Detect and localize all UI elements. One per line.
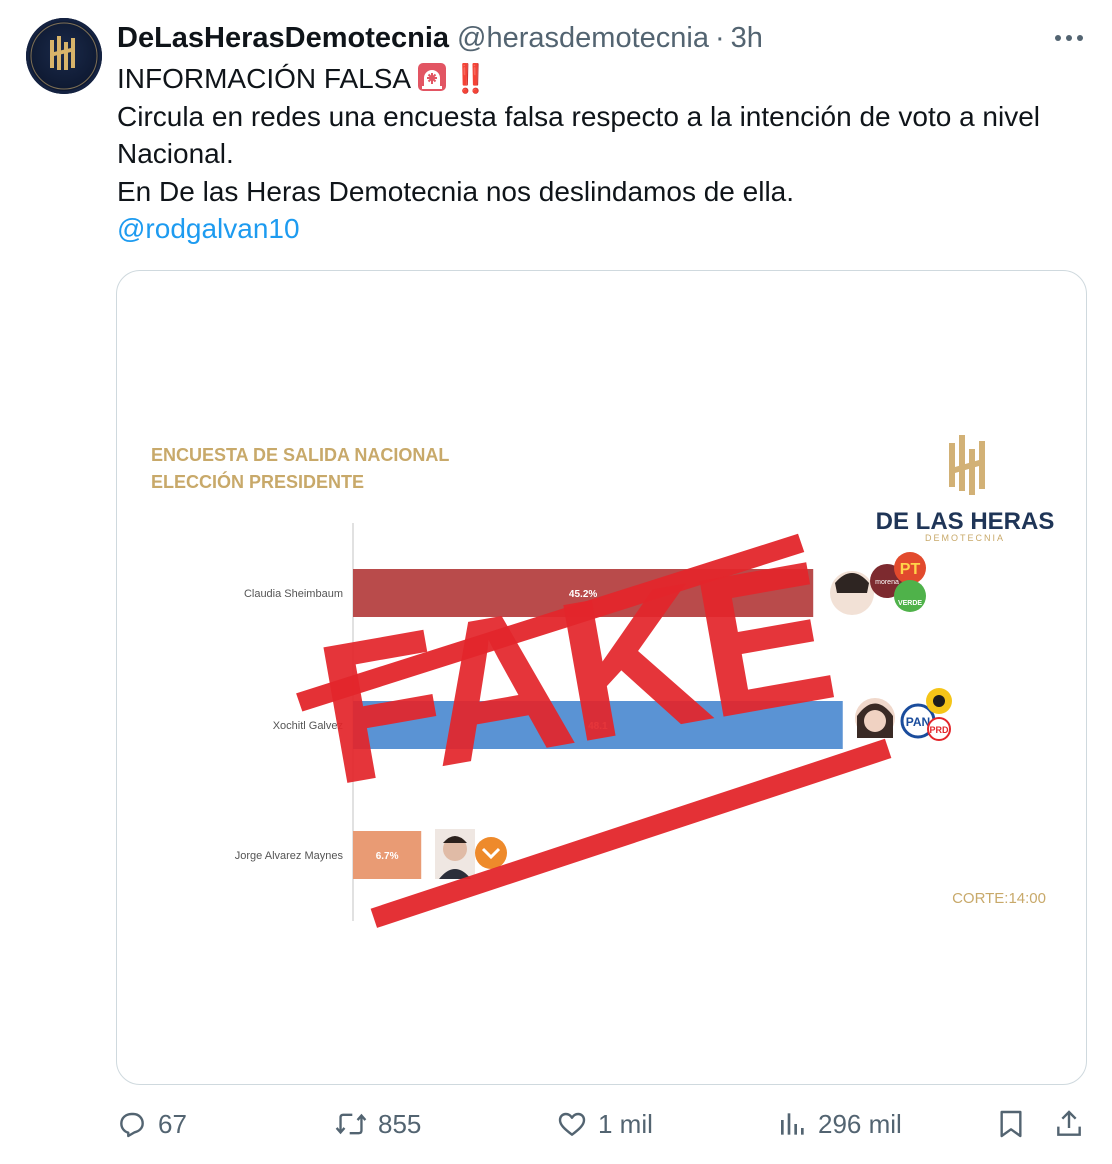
share-button[interactable] xyxy=(1054,1108,1084,1140)
bookmark-icon xyxy=(1000,1110,1022,1138)
party-logos-2: PAN PRD xyxy=(900,688,952,741)
separator: · xyxy=(714,21,725,54)
tweet-header: DeLasHerasDemotecnia @herasdemotecnia · … xyxy=(117,18,763,58)
double-exclamation: ‼️ xyxy=(453,63,488,94)
svg-text:PAN: PAN xyxy=(906,715,930,729)
tweet-line-1: INFORMACIÓN FALSA ‼️ xyxy=(117,60,1082,98)
brand-name: DE LAS HERAS xyxy=(876,508,1055,535)
like-button[interactable]: 1 mil xyxy=(556,1108,653,1140)
svg-text:PT: PT xyxy=(900,561,921,578)
logo-icon xyxy=(30,22,98,90)
tweet-line-1-text: INFORMACIÓN FALSA xyxy=(117,63,412,94)
poll-image: ENCUESTA DE SALIDA NACIONAL ELECCIÓN PRE… xyxy=(151,435,1055,928)
more-button[interactable] xyxy=(1050,20,1090,56)
view-count: 296 mil xyxy=(818,1108,902,1139)
more-horizontal-icon xyxy=(1055,35,1083,41)
tweet-line-2: Circula en redes una encuesta falsa resp… xyxy=(117,100,1048,170)
value-label-3: 6.7% xyxy=(376,851,399,862)
cutoff-label: CORTE:14:00 xyxy=(952,890,1046,907)
tweet-text: INFORMACIÓN FALSA ‼️ Circula en redes una… xyxy=(117,60,1082,248)
image-title-line1: ENCUESTA DE SALIDA NACIONAL xyxy=(151,445,449,465)
siren-icon xyxy=(417,62,447,92)
brand-sub: DEMOTECNIA xyxy=(925,533,1005,543)
repost-icon xyxy=(335,1113,367,1135)
reply-icon xyxy=(120,1112,144,1138)
category-label-1: Claudia Sheimbaum xyxy=(244,588,343,600)
display-name[interactable]: DeLasHerasDemotecnia xyxy=(117,22,449,55)
party-logo-3 xyxy=(475,837,507,869)
repost-button[interactable]: 855 xyxy=(334,1108,421,1140)
share-icon xyxy=(1057,1110,1081,1136)
bookmark-button[interactable] xyxy=(996,1108,1026,1140)
image-title-line2: ELECCIÓN PRESIDENTE xyxy=(151,471,364,492)
svg-text:morena: morena xyxy=(875,579,899,586)
brand-logo-icon xyxy=(949,435,985,495)
candidate-photo-1 xyxy=(830,571,874,615)
avatar[interactable] xyxy=(26,18,102,94)
reply-button[interactable]: 67 xyxy=(116,1108,187,1140)
like-count: 1 mil xyxy=(598,1108,653,1139)
user-handle[interactable]: @herasdemotecnia xyxy=(457,22,709,55)
svg-text:VERDE: VERDE xyxy=(898,600,922,607)
party-logos-1: morena PT VERDE xyxy=(870,552,926,612)
timestamp[interactable]: 3h xyxy=(731,22,763,55)
reply-count: 67 xyxy=(158,1108,187,1139)
heart-icon xyxy=(558,1112,586,1136)
candidate-photo-2 xyxy=(855,698,895,738)
candidate-photo-3 xyxy=(435,829,475,879)
media-card[interactable]: ENCUESTA DE SALIDA NACIONAL ELECCIÓN PRE… xyxy=(116,270,1087,1085)
svg-text:PRD: PRD xyxy=(929,725,949,735)
views-button[interactable]: 296 mil xyxy=(778,1108,902,1140)
category-label-3: Jorge Alvarez Maynes xyxy=(235,850,344,862)
repost-count: 855 xyxy=(378,1108,422,1139)
action-bar: 67 855 1 mil 296 mil xyxy=(0,1100,1112,1156)
views-icon xyxy=(781,1113,804,1135)
mention-link[interactable]: @rodgalvan10 xyxy=(117,213,300,244)
tweet-line-3: En De las Heras Demotecnia nos deslindam… xyxy=(117,175,795,207)
